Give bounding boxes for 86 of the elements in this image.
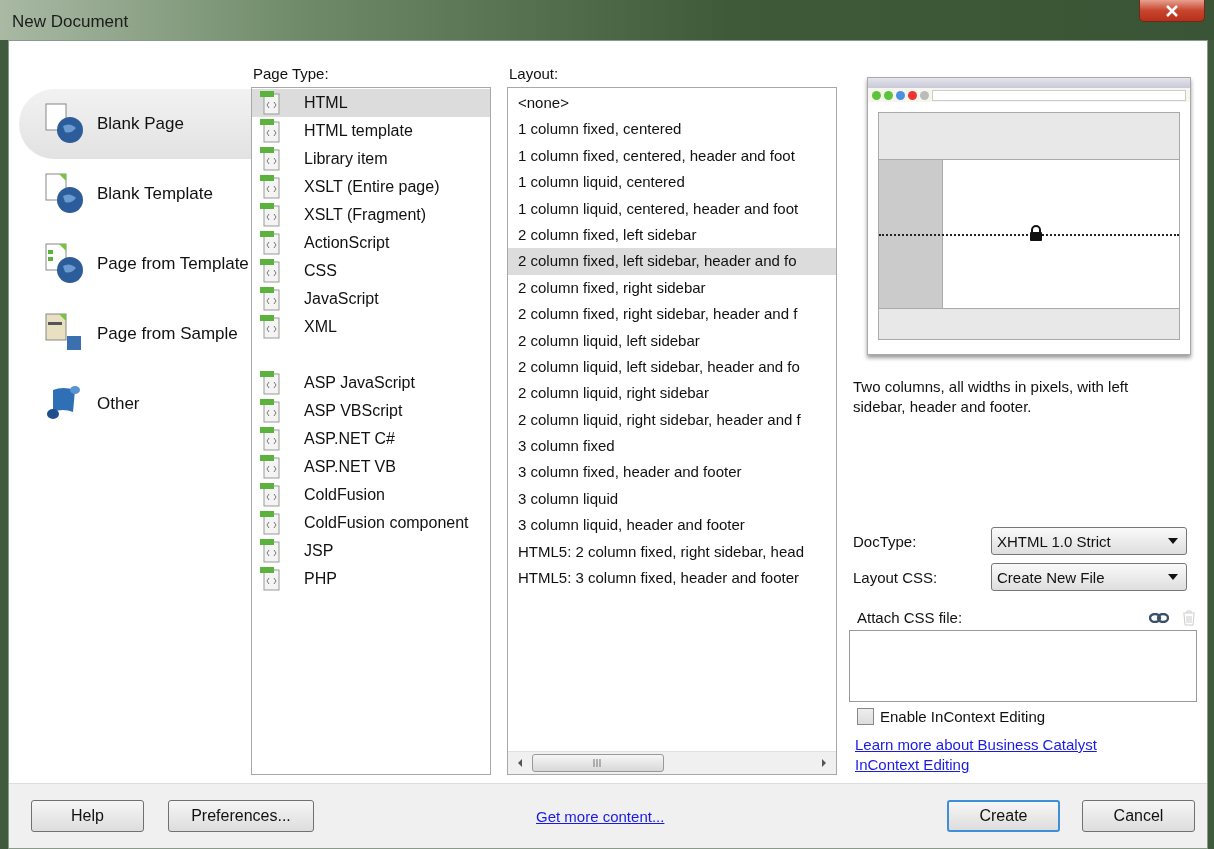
code-file-icon xyxy=(258,314,282,340)
layout-item[interactable]: 2 column fixed, left sidebar xyxy=(508,221,836,249)
code-file-icon xyxy=(258,538,282,564)
page-type-item[interactable]: XML xyxy=(252,313,490,341)
doctype-label: DocType: xyxy=(853,532,918,550)
layout-item[interactable]: 1 column liquid, centered, header and foot xyxy=(508,195,836,222)
caret-icon xyxy=(1168,538,1178,544)
category-item[interactable]: Blank Template xyxy=(19,159,251,229)
preferences-button[interactable]: Preferences... xyxy=(168,800,314,832)
page-type-item[interactable]: ColdFusion component xyxy=(252,509,490,537)
help-button[interactable]: Help xyxy=(31,800,144,832)
layout-item[interactable]: 3 column fixed xyxy=(508,433,836,460)
code-file-icon xyxy=(258,510,282,536)
layout-item[interactable]: HTML5: 2 column fixed, right sidebar, head xyxy=(508,538,836,566)
layout-description: Two columns, all widths in pixels, with left sidebar, header and footer. xyxy=(853,377,1130,417)
layout-item[interactable]: HTML5: 3 column fixed, header and footer xyxy=(508,565,836,592)
get-more-content-link[interactable]: Get more content... xyxy=(536,807,665,825)
code-file-icon xyxy=(258,398,282,424)
layout-item[interactable]: 2 column liquid, right sidebar, header and f xyxy=(508,406,836,434)
page-type-item[interactable]: JSP xyxy=(252,537,490,565)
layout-item[interactable]: 3 column fixed, header and footer xyxy=(508,459,836,486)
page-type-item[interactable]: ColdFusion xyxy=(252,481,490,509)
grip-icon xyxy=(592,759,604,767)
code-file-icon xyxy=(258,286,282,312)
code-file-icon xyxy=(258,454,282,480)
code-file-icon xyxy=(258,118,282,144)
code-file-icon xyxy=(258,482,282,508)
layout-item[interactable]: 1 column fixed, centered xyxy=(508,116,836,143)
attach-css-label: Attach CSS file: xyxy=(857,609,963,626)
layout-item[interactable]: 2 column liquid, left sidebar xyxy=(508,327,836,354)
layout-item[interactable]: 2 column fixed, left sidebar, header and fo xyxy=(508,248,836,275)
page-type-item[interactable]: CSS xyxy=(252,257,490,285)
page-type-item[interactable]: HTML template xyxy=(252,117,490,145)
code-file-icon xyxy=(258,230,282,256)
page-type-item[interactable]: ASP JavaScript xyxy=(252,369,490,397)
incontext-checkbox[interactable]: Enable InContext Editing xyxy=(857,708,1046,725)
category-item[interactable]: Blank Page xyxy=(19,89,251,159)
code-file-icon xyxy=(258,90,282,116)
scroll-right-icon[interactable] xyxy=(820,758,828,768)
page-type-item[interactable]: ASP.NET C# xyxy=(252,425,490,453)
layout-item[interactable]: 3 column liquid, header and footer xyxy=(508,512,836,539)
code-file-icon xyxy=(258,566,282,592)
code-file-icon xyxy=(258,426,282,452)
cancel-button[interactable]: Cancel xyxy=(1082,800,1195,832)
horizontal-scrollbar[interactable] xyxy=(508,751,836,774)
close-icon xyxy=(1165,4,1179,17)
layout-item[interactable]: 2 column liquid, left sidebar, header and fo xyxy=(508,353,836,381)
scrollbar-thumb[interactable] xyxy=(532,754,664,772)
scroll-left-icon[interactable] xyxy=(516,758,524,768)
code-file-icon xyxy=(258,370,282,396)
layout-css-label: Layout CSS: xyxy=(853,568,939,586)
category-item[interactable]: Other xyxy=(19,369,251,439)
caret-icon xyxy=(1168,574,1178,580)
layout-item[interactable]: 1 column fixed, centered, header and foot xyxy=(508,142,836,170)
doctype-dropdown[interactable]: XHTML 1.0 Strict xyxy=(991,527,1187,555)
layout-heading: Layout: xyxy=(508,65,560,84)
code-file-icon xyxy=(258,258,282,284)
page-type-item[interactable]: Library item xyxy=(252,145,490,173)
learn-more-link[interactable]: Learn more about Business Catalyst InContext Editing xyxy=(855,735,1145,775)
layout-item[interactable]: 2 column liquid, right sidebar xyxy=(508,380,836,407)
window-title: New Document xyxy=(12,12,129,32)
page-type-item[interactable]: PHP xyxy=(252,565,490,593)
code-file-icon xyxy=(258,146,282,172)
layout-item[interactable]: 2 column fixed, right sidebar, header and f xyxy=(508,301,836,328)
page-type-item[interactable]: HTML xyxy=(252,89,490,117)
code-file-icon xyxy=(258,202,282,228)
code-file-icon xyxy=(258,174,282,200)
page-type-item[interactable]: ASP VBScript xyxy=(252,397,490,425)
chain-link-icon[interactable] xyxy=(1149,612,1169,623)
layout-css-dropdown[interactable]: Create New File xyxy=(991,563,1187,591)
category-item[interactable]: Page from Sample xyxy=(19,299,251,369)
category-item[interactable]: Page from Template xyxy=(19,229,251,299)
layout-item[interactable]: 3 column liquid xyxy=(508,485,836,513)
layout-item[interactable]: <none> xyxy=(508,90,836,117)
close-button[interactable] xyxy=(1139,0,1205,22)
checkbox[interactable] xyxy=(857,708,874,725)
page-type-item[interactable]: JavaScript xyxy=(252,285,490,313)
layout-item[interactable]: 2 column fixed, right sidebar xyxy=(508,274,836,302)
page-type-heading: Page Type: xyxy=(252,65,330,84)
page-type-item[interactable]: ASP.NET VB xyxy=(252,453,490,481)
page-type-item[interactable]: ActionScript xyxy=(252,229,490,257)
layout-item[interactable]: 1 column liquid, centered xyxy=(508,169,836,196)
page-type-item[interactable]: XSLT (Entire page) xyxy=(252,173,490,201)
attached-css-list[interactable] xyxy=(849,630,1197,702)
create-button[interactable]: Create xyxy=(947,800,1060,832)
page-type-item[interactable]: XSLT (Fragment) xyxy=(252,201,490,229)
